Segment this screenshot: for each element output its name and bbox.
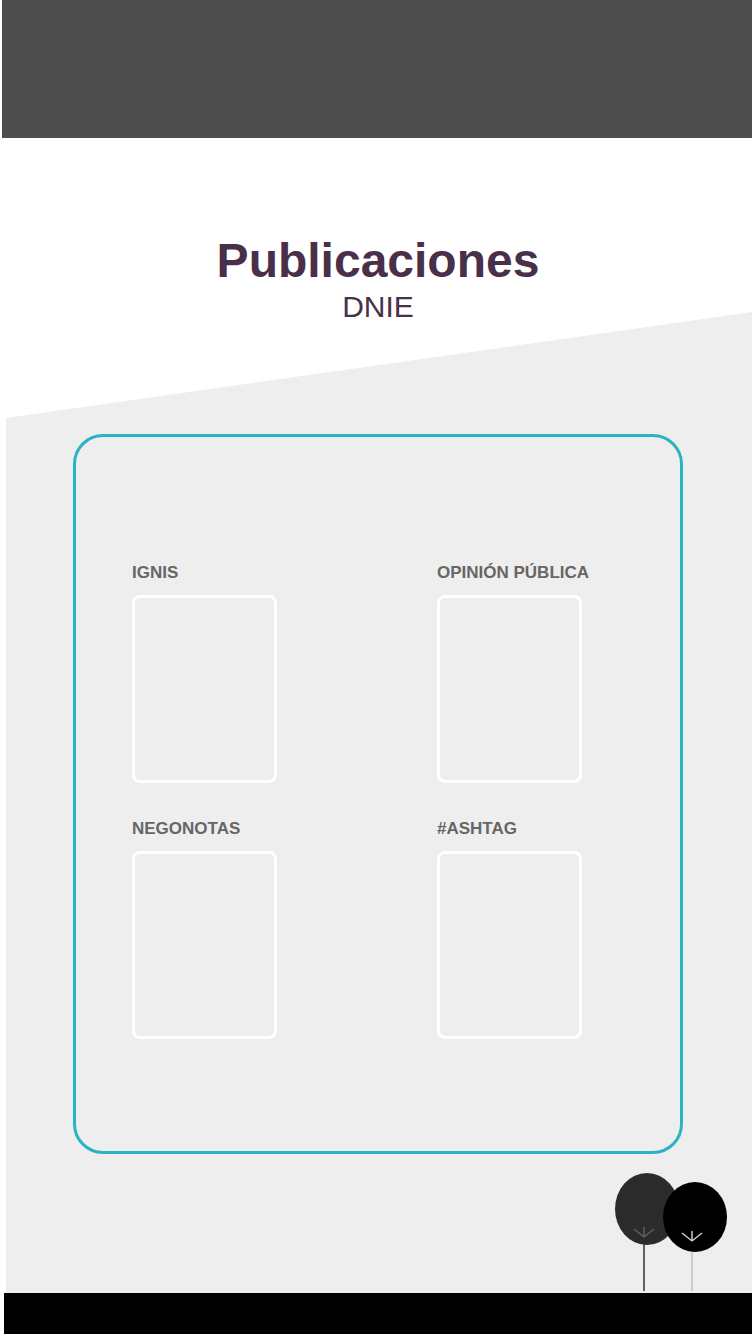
main-section: PublicacionesDNIE IGNISOPINIÓN PÚBLICA NEG… (0, 138, 756, 1293)
publications-grid: IGNISOPINIÓN PÚBLICA NEGONOTAS#ASHTAG (132, 563, 660, 1039)
page-title: Publicaciones (217, 232, 540, 290)
publication-cover[interactable] (437, 595, 582, 783)
publication-cover[interactable] (132, 595, 277, 783)
publication-label: OPINIÓN PÚBLICA (437, 563, 660, 583)
bottom-bar (4, 1293, 752, 1334)
publication-item[interactable]: #ASHTAG (437, 819, 660, 1039)
publication-item[interactable]: OPINIÓN PÚBLICA (437, 563, 660, 783)
page-subtitle: DNIE (342, 290, 414, 324)
publication-cover[interactable] (132, 851, 277, 1039)
trees-icon (614, 1171, 730, 1293)
publication-cover[interactable] (437, 851, 582, 1039)
top-bar (2, 0, 752, 138)
trees-row (0, 1171, 756, 1293)
publication-label: NEGONOTAS (132, 819, 437, 839)
page: PublicacionesDNIE IGNISOPINIÓN PÚBLICA NEG… (0, 0, 756, 1334)
publication-item[interactable]: NEGONOTAS (132, 819, 437, 1039)
publication-label: IGNIS (132, 563, 437, 583)
publications-panel: IGNISOPINIÓN PÚBLICA NEGONOTAS#ASHTAG (73, 434, 683, 1154)
publication-item[interactable]: IGNIS (132, 563, 437, 783)
publication-label: #ASHTAG (437, 819, 660, 839)
